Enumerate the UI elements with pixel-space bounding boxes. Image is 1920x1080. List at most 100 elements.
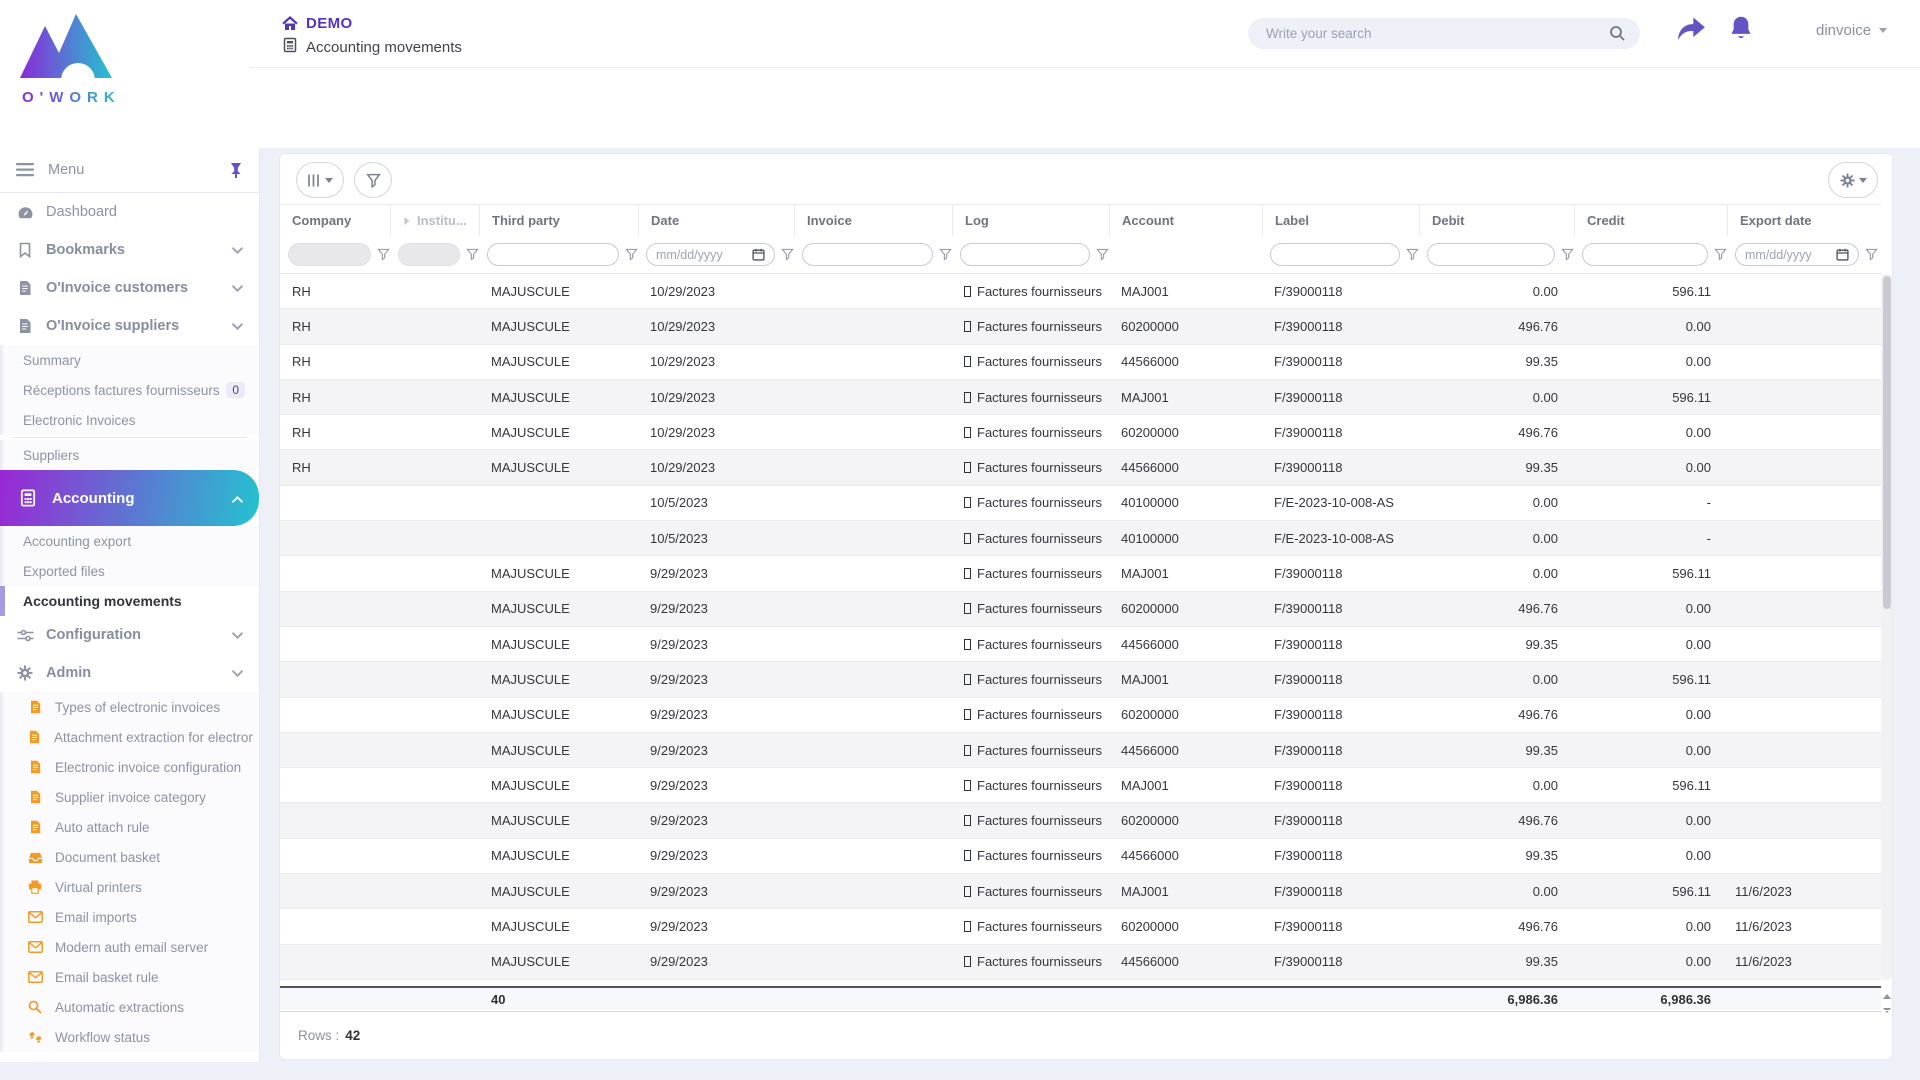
sidebar-item-admin[interactable]: Admin xyxy=(0,654,259,692)
column-chooser-button[interactable] xyxy=(296,162,344,198)
pin-icon[interactable] xyxy=(229,162,243,178)
table-row[interactable]: RH MAJUSCULE 10/29/2023 Factures fournisseu… xyxy=(280,274,1881,310)
sidebar-item-accounting-export[interactable]: Accounting export xyxy=(0,526,259,556)
sidebar-item-supplier-invoice-category[interactable]: Supplier invoice category xyxy=(0,782,259,812)
filter-date-export_date[interactable]: mm/dd/yyyy xyxy=(1735,243,1859,266)
column-header-log[interactable]: Log xyxy=(952,205,1109,236)
search-input[interactable] xyxy=(1266,26,1609,41)
filter-text-input[interactable] xyxy=(497,247,609,262)
table-row[interactable]: MAJUSCULE 9/29/2023 Factures fournisseurs M… xyxy=(280,768,1881,804)
sidebar-item-dashboard[interactable]: Dashboard xyxy=(0,193,259,231)
filter-button[interactable] xyxy=(354,162,392,198)
filter-date-date[interactable]: mm/dd/yyyy xyxy=(646,243,775,266)
sidebar-item-exported-files[interactable]: Exported files xyxy=(0,556,259,586)
table-row[interactable]: RH MAJUSCULE 10/29/2023 Factures fournisseu… xyxy=(280,345,1881,380)
sidebar-item-virtual-printers[interactable]: Virtual printers xyxy=(0,872,259,902)
filter-text-input[interactable] xyxy=(1437,247,1545,262)
breadcrumb-root[interactable]: DEMO xyxy=(306,15,353,32)
column-header-invoice[interactable]: Invoice xyxy=(794,205,952,236)
filter-input-label[interactable] xyxy=(1270,243,1400,266)
scrollbar-thumb[interactable] xyxy=(1882,276,1891,609)
table-row[interactable]: MAJUSCULE 9/29/2023 Factures fournisseurs 4… xyxy=(280,944,1881,980)
filter-text-input[interactable] xyxy=(812,247,923,262)
sidebar-item-electronic-invoices[interactable]: Electronic Invoices xyxy=(0,405,259,435)
table-row[interactable]: MAJUSCULE 9/29/2023 Factures fournisseurs M… xyxy=(280,662,1881,698)
filter-input-third_party[interactable] xyxy=(487,243,619,266)
table-row[interactable]: RH MAJUSCULE 10/29/2023 Factures fournisseu… xyxy=(280,309,1881,345)
filter-funnel-icon[interactable] xyxy=(1406,248,1419,261)
table-row[interactable]: MAJUSCULE 9/29/2023 Factures fournisseurs 6… xyxy=(280,698,1881,733)
column-header-label[interactable]: Label xyxy=(1262,205,1419,236)
sidebar-item-accounting-movements[interactable]: Accounting movements xyxy=(0,586,259,616)
filter-funnel-icon[interactable] xyxy=(466,248,479,261)
sidebar-item-workflow-status[interactable]: Workflow status xyxy=(0,1022,259,1052)
cell-date: 10/29/2023 xyxy=(650,389,716,405)
table-row[interactable]: MAJUSCULE 9/29/2023 Factures fournisseurs 6… xyxy=(280,591,1881,627)
magnifier-icon xyxy=(27,1000,43,1014)
filter-input-debit[interactable] xyxy=(1427,243,1555,266)
sidebar-item-automatic-extractions[interactable]: Automatic extractions xyxy=(0,992,259,1022)
sidebar-item-modern-auth-email-server[interactable]: Modern auth email server xyxy=(0,932,259,962)
sidebar-item-o-invoice-suppliers[interactable]: O'Invoice suppliers xyxy=(0,307,259,345)
filter-funnel-icon[interactable] xyxy=(1561,248,1574,261)
notifications-button[interactable] xyxy=(1728,14,1754,47)
sidebar-item-summary[interactable]: Summary xyxy=(0,345,259,375)
calendar-icon[interactable] xyxy=(1836,248,1849,261)
user-menu[interactable]: dinvoice xyxy=(1816,22,1888,39)
table-row[interactable]: RH MAJUSCULE 10/29/2023 Factures fournisseu… xyxy=(280,415,1881,451)
filter-funnel-icon[interactable] xyxy=(939,248,952,261)
table-row[interactable]: MAJUSCULE 9/29/2023 Factures fournisseurs M… xyxy=(280,874,1881,910)
sidebar-item-email-imports[interactable]: Email imports xyxy=(0,902,259,932)
table-row[interactable]: 10/5/2023 Factures fournisseurs 40100000 F/… xyxy=(280,521,1881,557)
calendar-icon[interactable] xyxy=(752,248,765,261)
sidebar-item-electronic-invoice-configuration[interactable]: Electronic invoice configuration xyxy=(0,752,259,782)
column-header-export_date[interactable]: Export date xyxy=(1727,205,1878,236)
column-header-account[interactable]: Account xyxy=(1109,205,1262,236)
sidebar-item-bookmarks[interactable]: Bookmarks xyxy=(0,231,259,269)
sidebar-item-auto-attach-rule[interactable]: Auto attach rule xyxy=(0,812,259,842)
filter-funnel-icon[interactable] xyxy=(377,248,390,261)
column-header-third_party[interactable]: Third party xyxy=(479,205,638,236)
filter-input-invoice[interactable] xyxy=(802,243,933,266)
sidebar-item-email-basket-rule[interactable]: Email basket rule xyxy=(0,962,259,992)
sidebar-item-r-ceptions-factures-fournisseurs[interactable]: Réceptions factures fournisseurs 0 xyxy=(0,375,259,405)
search-icon[interactable] xyxy=(1609,25,1626,42)
table-row[interactable]: MAJUSCULE 9/29/2023 Factures fournisseurs 4… xyxy=(280,839,1881,875)
filter-funnel-icon[interactable] xyxy=(1865,248,1878,261)
vertical-scrollbar[interactable] xyxy=(1881,274,1892,980)
table-row[interactable]: MAJUSCULE 9/29/2023 Factures fournisseurs 4… xyxy=(280,627,1881,663)
filter-funnel-icon[interactable] xyxy=(1096,248,1109,261)
sidebar-item-o-invoice-customers[interactable]: O'Invoice customers xyxy=(0,269,259,307)
sidebar-item-types-of-electronic-invoices[interactable]: Types of electronic invoices xyxy=(0,692,259,722)
table-row[interactable]: MAJUSCULE 9/29/2023 Factures fournisseurs 4… xyxy=(280,732,1881,769)
filter-funnel-icon[interactable] xyxy=(1714,248,1727,261)
sidebar-item-suppliers[interactable]: Suppliers xyxy=(0,440,259,470)
filter-text-input[interactable] xyxy=(1280,247,1390,262)
filter-input-log[interactable] xyxy=(960,243,1090,266)
filter-funnel-icon[interactable] xyxy=(781,248,794,261)
hamburger-icon[interactable] xyxy=(16,163,34,177)
table-row[interactable]: MAJUSCULE 9/29/2023 Factures fournisseurs 6… xyxy=(280,803,1881,839)
filter-input-credit[interactable] xyxy=(1582,243,1708,266)
column-header-debit[interactable]: Debit xyxy=(1419,205,1574,236)
sidebar-item-configuration[interactable]: Configuration xyxy=(0,616,259,654)
column-header-company[interactable]: Company xyxy=(280,205,390,236)
filter-funnel-icon[interactable] xyxy=(625,248,638,261)
table-row[interactable]: 10/5/2023 Factures fournisseurs 40100000 F/… xyxy=(280,486,1881,522)
sidebar-item-accounting[interactable]: Accounting xyxy=(0,470,259,526)
table-settings-button[interactable] xyxy=(1828,162,1878,198)
table-row[interactable]: MAJUSCULE 9/29/2023 Factures fournisseurs 6… xyxy=(280,909,1881,945)
sidebar-item-attachment-extraction-for-electronic[interactable]: Attachment extraction for electronic xyxy=(0,722,259,752)
share-button[interactable] xyxy=(1676,16,1706,47)
scroll-up-button[interactable] xyxy=(1881,990,1892,1002)
table-row[interactable]: MAJUSCULE 9/29/2023 Factures fournisseurs M… xyxy=(280,556,1881,592)
table-row[interactable]: RH MAJUSCULE 10/29/2023 Factures fournisseu… xyxy=(280,450,1881,486)
column-header-credit[interactable]: Credit xyxy=(1574,205,1727,236)
column-header-institution[interactable]: Institu... xyxy=(390,205,479,236)
filter-text-input[interactable] xyxy=(970,247,1080,262)
column-header-date[interactable]: Date xyxy=(638,205,794,236)
filter-text-input[interactable] xyxy=(1592,247,1698,262)
table-row[interactable]: RH MAJUSCULE 10/29/2023 Factures fournisseu… xyxy=(280,379,1881,416)
brand-logo[interactable]: O'WORK xyxy=(12,6,142,121)
sidebar-item-document-basket[interactable]: Document basket xyxy=(0,842,259,872)
